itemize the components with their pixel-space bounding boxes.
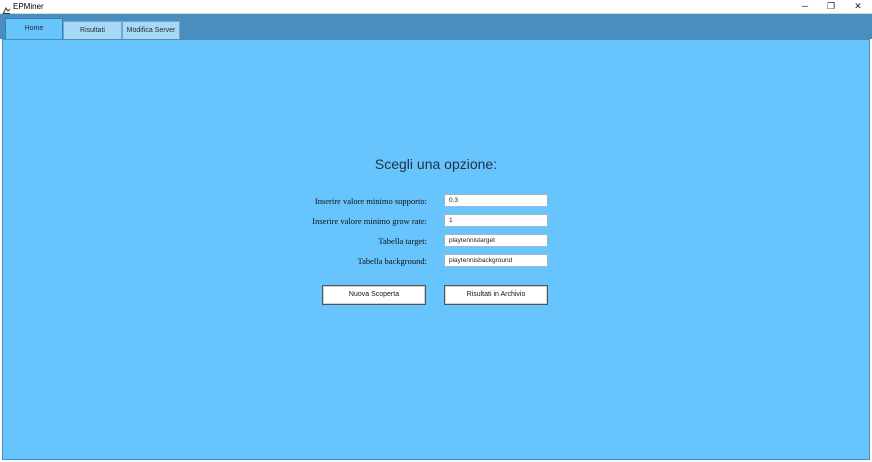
page-heading: Scegli una opzione: [374, 156, 498, 172]
target-table-label: Tabella target: [378, 236, 427, 246]
tab-risultati[interactable]: Risultati [63, 21, 122, 39]
risultati-archivio-button[interactable]: Risultati in Archivio [444, 285, 548, 305]
maximize-button[interactable]: ❐ [818, 0, 844, 13]
nuova-scoperta-button[interactable]: Nuova Scoperta [322, 285, 426, 305]
min-support-label: Inserire valore minimo supporto: [314, 196, 427, 206]
tab-home[interactable]: Home [5, 18, 63, 39]
tab-modifica-server[interactable]: Modifica Server [122, 21, 180, 39]
background-table-input[interactable] [444, 254, 548, 267]
min-grow-rate-input[interactable] [444, 214, 548, 227]
min-support-input[interactable] [444, 194, 548, 207]
minimize-button[interactable]: ─ [792, 0, 818, 13]
target-table-input[interactable] [444, 234, 548, 247]
min-grow-rate-label: Inserire valore minimo grow rate: [312, 216, 427, 226]
app-logo-icon [2, 2, 11, 15]
tab-strip: Home Risultati Modifica Server [0, 14, 872, 39]
background-table-label: Tabella background: [357, 256, 427, 266]
close-button[interactable]: ✕ [845, 0, 871, 13]
title-bar: EPMiner ─ ❐ ✕ [0, 0, 872, 15]
home-panel [2, 39, 870, 460]
window-title: EPMiner [13, 2, 44, 11]
